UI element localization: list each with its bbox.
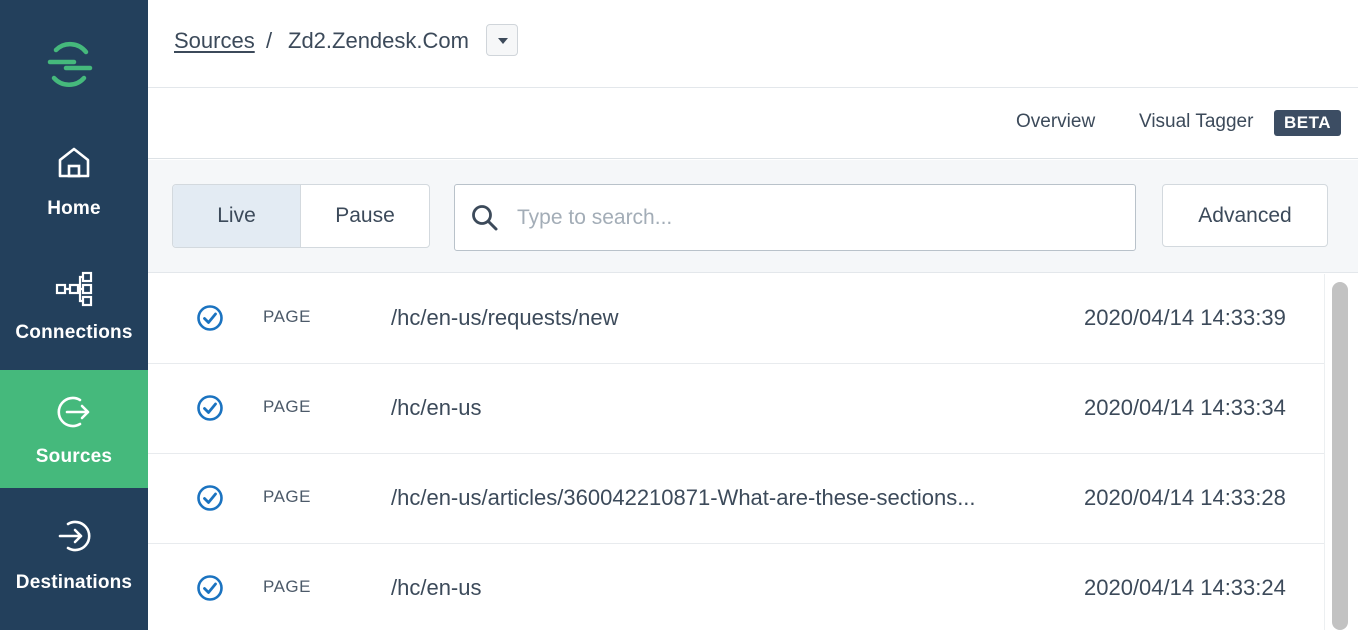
source-tabs: Overview Visual Tagger BETA: [148, 89, 1358, 159]
sidebar-item-label: Sources: [35, 446, 113, 467]
live-pause-toggle: Live Pause: [172, 184, 430, 248]
search-icon: [472, 205, 498, 231]
live-button[interactable]: Live: [173, 185, 301, 247]
event-type: PAGE: [263, 397, 311, 416]
sidebar-item-label: Connections: [15, 322, 133, 343]
tab-overview[interactable]: Overview: [1016, 111, 1095, 133]
check-circle-icon: [197, 575, 223, 601]
sidebar-item-connections[interactable]: Connections: [0, 252, 148, 370]
event-path: /hc/en-us: [391, 395, 482, 420]
sidebar: Home Connections Sources Destinations: [0, 0, 148, 630]
breadcrumb-separator: /: [266, 28, 273, 53]
search-box: [454, 184, 1136, 251]
event-row[interactable]: PAGE /hc/en-us 2020/04/14 14:33:24: [148, 544, 1324, 630]
source-switcher-dropdown[interactable]: [486, 24, 518, 56]
breadcrumb: Sources / Zd2.Zendesk.Com: [148, 0, 1358, 88]
sidebar-item-home[interactable]: Home: [0, 128, 148, 246]
beta-badge: BETA: [1274, 110, 1342, 136]
tab-visual-tagger[interactable]: Visual Tagger: [1139, 111, 1253, 133]
check-circle-icon: [197, 395, 223, 421]
sidebar-item-label: Destinations: [15, 572, 133, 593]
caret-down-icon: [498, 38, 508, 44]
check-circle-icon: [197, 305, 223, 331]
sidebar-item-label: Home: [47, 198, 101, 219]
advanced-button[interactable]: Advanced: [1162, 184, 1328, 247]
check-circle-icon: [197, 485, 223, 511]
connections-icon: [55, 271, 93, 307]
event-path: /hc/en-us/articles/360042210871-What-are…: [391, 485, 976, 510]
event-row[interactable]: PAGE /hc/en-us/requests/new 2020/04/14 1…: [148, 274, 1324, 364]
pause-button[interactable]: Pause: [301, 185, 429, 247]
event-timestamp: 2020/04/14 14:33:24: [1084, 575, 1286, 600]
event-row[interactable]: PAGE /hc/en-us 2020/04/14 14:33:34: [148, 364, 1324, 454]
scrollbar-thumb[interactable]: [1332, 282, 1348, 630]
breadcrumb-current-source: Zd2.Zendesk.Com: [288, 28, 469, 53]
breadcrumb-sources-link[interactable]: Sources: [174, 28, 255, 54]
debugger-toolbar: Live Pause Advanced: [148, 160, 1358, 273]
event-path: /hc/en-us/requests/new: [391, 305, 619, 330]
sidebar-item-sources[interactable]: Sources: [0, 370, 148, 488]
destinations-icon: [58, 520, 91, 552]
segment-logo[interactable]: [44, 38, 96, 90]
event-timestamp: 2020/04/14 14:33:34: [1084, 395, 1286, 420]
event-type: PAGE: [263, 487, 311, 506]
event-row[interactable]: PAGE /hc/en-us/articles/360042210871-Wha…: [148, 454, 1324, 544]
event-timestamp: 2020/04/14 14:33:28: [1084, 485, 1286, 510]
home-icon: [58, 147, 90, 178]
search-input[interactable]: [517, 185, 1117, 250]
event-path: /hc/en-us: [391, 575, 482, 600]
sidebar-item-destinations[interactable]: Destinations: [0, 498, 148, 616]
event-type: PAGE: [263, 577, 311, 596]
event-timestamp: 2020/04/14 14:33:39: [1084, 305, 1286, 330]
event-list: PAGE /hc/en-us/requests/new 2020/04/14 1…: [148, 274, 1324, 630]
event-type: PAGE: [263, 307, 311, 326]
sources-icon: [57, 396, 90, 428]
